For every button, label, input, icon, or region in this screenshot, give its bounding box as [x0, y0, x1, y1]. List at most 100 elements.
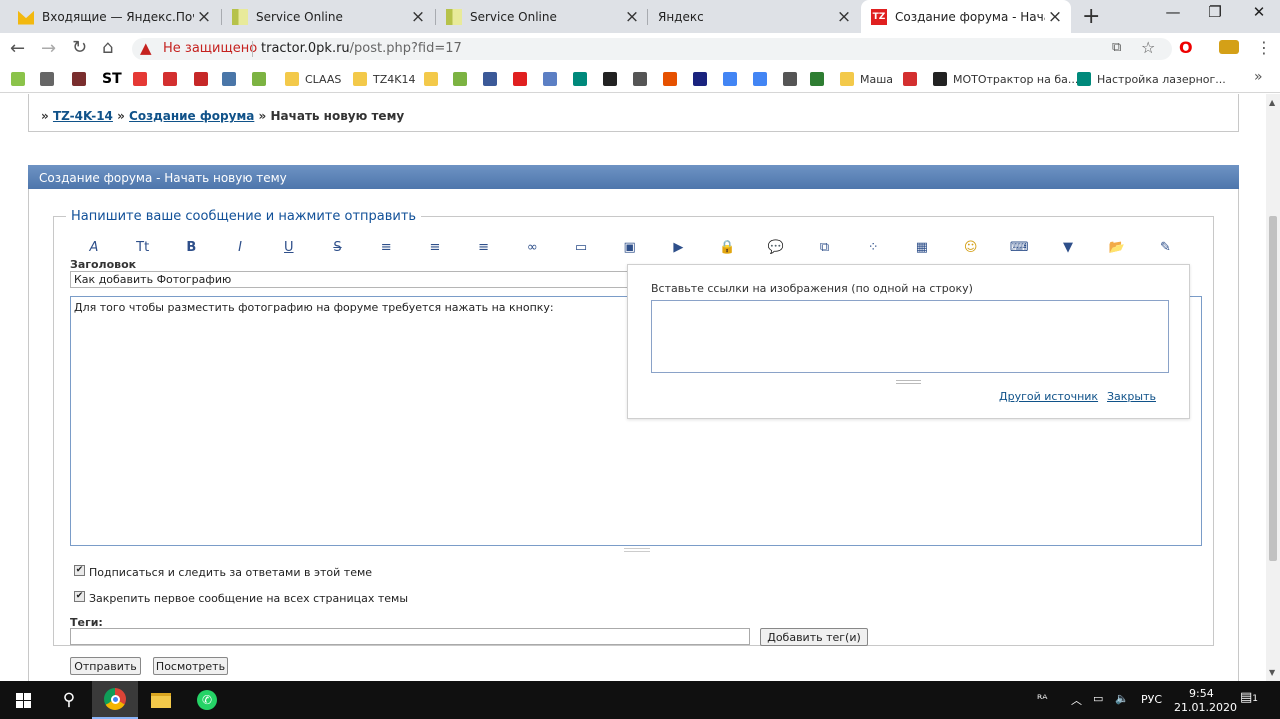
search-icon[interactable]: ⚲: [46, 681, 92, 719]
scroll-down-icon[interactable]: ▼: [1269, 668, 1275, 677]
battery-icon[interactable]: ▭: [1093, 692, 1103, 705]
link-icon[interactable]: ∞: [523, 238, 541, 256]
cast-icon[interactable]: ⧉: [1112, 40, 1121, 55]
align-center-icon[interactable]: ≡: [426, 238, 444, 256]
code-icon[interactable]: ⧉: [816, 238, 834, 256]
image-icon[interactable]: ▣: [621, 238, 639, 256]
bookmark-item[interactable]: [513, 70, 533, 88]
bookmark-item[interactable]: МОТОтрактор на ба...: [933, 70, 1078, 88]
book-icon[interactable]: ▭: [572, 238, 590, 256]
bold-icon[interactable]: B: [182, 238, 200, 256]
reload-icon[interactable]: ↻: [72, 37, 87, 58]
bookmark-item[interactable]: [693, 70, 713, 88]
tab-service-online-1[interactable]: Service Online ×: [222, 0, 434, 33]
table-icon[interactable]: ▦: [913, 238, 931, 256]
bookmark-item[interactable]: [783, 70, 803, 88]
bookmark-item[interactable]: [573, 70, 593, 88]
textarea-resize-grip[interactable]: [624, 548, 650, 552]
breadcrumb-link-forum[interactable]: Создание форума: [129, 109, 254, 123]
bookmark-item[interactable]: [663, 70, 683, 88]
extension-icon[interactable]: [1219, 40, 1239, 54]
video-icon[interactable]: ▶: [669, 238, 687, 256]
submit-button[interactable]: Отправить: [70, 657, 141, 675]
menu-dots-icon[interactable]: ⋮: [1256, 38, 1272, 57]
font-icon[interactable]: A: [85, 238, 103, 256]
close-icon[interactable]: ×: [622, 7, 642, 27]
bookmark-item[interactable]: [483, 70, 503, 88]
bookmark-item[interactable]: CLAAS: [285, 70, 341, 88]
align-right-icon[interactable]: ≡: [475, 238, 493, 256]
close-icon[interactable]: ×: [194, 7, 214, 27]
add-tags-button[interactable]: Добавить тег(и): [760, 628, 868, 646]
scroll-up-icon[interactable]: ▲: [1269, 98, 1275, 107]
tags-input[interactable]: [70, 628, 750, 645]
home-icon[interactable]: ⌂: [102, 37, 113, 58]
bookmark-item[interactable]: Настройка лазерног...: [1077, 70, 1226, 88]
star-icon[interactable]: ☆: [1141, 38, 1155, 57]
subject-input[interactable]: Как добавить Фотографию: [70, 271, 630, 288]
strikethrough-icon[interactable]: S: [329, 238, 347, 256]
minimize-button[interactable]: —: [1150, 3, 1196, 21]
preview-button[interactable]: Посмотреть: [153, 657, 228, 675]
italic-icon[interactable]: I: [231, 238, 249, 256]
lock-icon[interactable]: 🔒: [718, 238, 736, 256]
bookmark-item[interactable]: [753, 70, 773, 88]
security-warning[interactable]: Не защищено: [163, 41, 257, 56]
close-icon[interactable]: ×: [834, 7, 854, 27]
bookmark-item[interactable]: [194, 70, 214, 88]
tab-yandex-mail[interactable]: Входящие — Яндекс.Почта ×: [8, 0, 220, 33]
tab-forum-active[interactable]: TZ Создание форума - Начать нову ×: [861, 0, 1071, 33]
bookmark-item[interactable]: ST: [102, 70, 122, 88]
tab-yandex[interactable]: Яндекс ×: [648, 0, 860, 33]
align-left-icon[interactable]: ≡: [377, 238, 395, 256]
forward-arrow-icon[interactable]: →: [41, 38, 56, 59]
bookmark-item[interactable]: [810, 70, 830, 88]
bookmark-item[interactable]: [543, 70, 563, 88]
quote-icon[interactable]: 💬: [767, 238, 785, 256]
pin-checkbox[interactable]: ✔: [74, 591, 85, 602]
person-icon[interactable]: ᴿᴬ: [1037, 692, 1047, 706]
bookmark-item[interactable]: [11, 70, 31, 88]
page-scrollbar[interactable]: ▲ ▼: [1266, 94, 1280, 681]
chrome-taskbar-icon[interactable]: [92, 681, 138, 719]
clock-date[interactable]: 21.01.2020: [1174, 701, 1237, 714]
bookmark-item[interactable]: [163, 70, 183, 88]
image-links-textarea[interactable]: [651, 300, 1169, 373]
keyboard-icon[interactable]: ⌨: [1010, 238, 1029, 256]
edit-icon[interactable]: ✎: [1156, 238, 1174, 256]
popup-close-link[interactable]: Закрыть: [1107, 390, 1156, 403]
maximize-button[interactable]: ❐: [1192, 3, 1238, 21]
color-icon[interactable]: ⁘: [864, 238, 882, 256]
whatsapp-icon[interactable]: ✆: [184, 681, 230, 719]
other-source-link[interactable]: Другой источник: [999, 390, 1098, 403]
language-indicator[interactable]: РУС: [1141, 693, 1162, 706]
tab-service-online-2[interactable]: Service Online ×: [436, 0, 648, 33]
bookmark-item[interactable]: [903, 70, 923, 88]
warning-icon[interactable]: ▲: [140, 39, 152, 57]
windows-start-icon[interactable]: [0, 681, 46, 719]
bookmark-item[interactable]: [723, 70, 743, 88]
bookmark-item[interactable]: [633, 70, 653, 88]
underline-icon[interactable]: U: [280, 238, 298, 256]
notifications-icon[interactable]: ▤1: [1240, 690, 1258, 705]
bookmark-item[interactable]: [133, 70, 153, 88]
clock-time[interactable]: 9:54: [1189, 687, 1214, 700]
opera-icon[interactable]: O: [1179, 38, 1193, 57]
bookmark-item[interactable]: [252, 70, 272, 88]
bookmark-item[interactable]: Маша: [840, 70, 893, 88]
bookmarks-more[interactable]: »: [1254, 69, 1263, 85]
back-arrow-icon[interactable]: ←: [10, 38, 25, 59]
close-icon[interactable]: ×: [408, 7, 428, 27]
volume-icon[interactable]: 🔈: [1115, 692, 1129, 705]
new-tab-button[interactable]: +: [1082, 4, 1100, 29]
bookmark-item[interactable]: [72, 70, 92, 88]
popup-resize-grip[interactable]: [896, 380, 921, 384]
bookmark-item[interactable]: [453, 70, 473, 88]
bookmark-item[interactable]: [424, 70, 444, 88]
smiley-icon[interactable]: ☺: [962, 238, 980, 256]
breadcrumb-link-tz[interactable]: TZ-4K-14: [53, 109, 113, 123]
scroll-thumb[interactable]: [1269, 216, 1277, 561]
chevron-up-icon[interactable]: ︿: [1071, 692, 1082, 708]
bookmark-item[interactable]: TZ4K14: [353, 70, 415, 88]
close-window-button[interactable]: ✕: [1236, 3, 1280, 21]
